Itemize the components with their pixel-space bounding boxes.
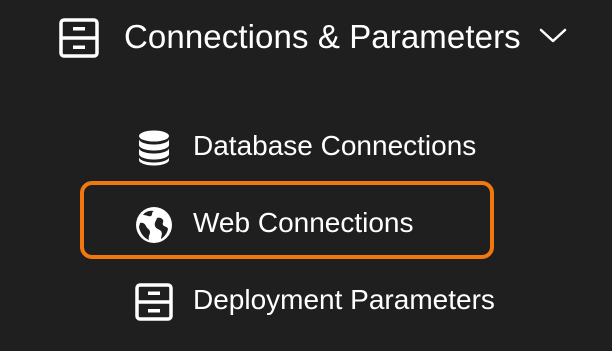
globe-icon xyxy=(136,207,172,243)
group-title: Connections & Parameters xyxy=(124,18,521,55)
connections-parameters-group-header[interactable]: Connections & Parameters xyxy=(0,0,612,76)
drawer-icon xyxy=(59,18,99,58)
nav-item-label: Web Connections xyxy=(193,207,414,238)
chevron-down-icon[interactable] xyxy=(538,26,568,46)
drawer-icon xyxy=(135,283,173,321)
nav-item-web-connections[interactable]: Web Connections xyxy=(80,181,494,259)
nav-item-label: Database Connections xyxy=(193,130,477,161)
nav-item-label: Deployment Parameters xyxy=(193,284,495,315)
nav-item-deployment-parameters[interactable]: Deployment Parameters xyxy=(80,262,495,340)
nav-item-database-connections[interactable]: Database Connections xyxy=(80,108,494,186)
database-icon xyxy=(139,130,169,166)
